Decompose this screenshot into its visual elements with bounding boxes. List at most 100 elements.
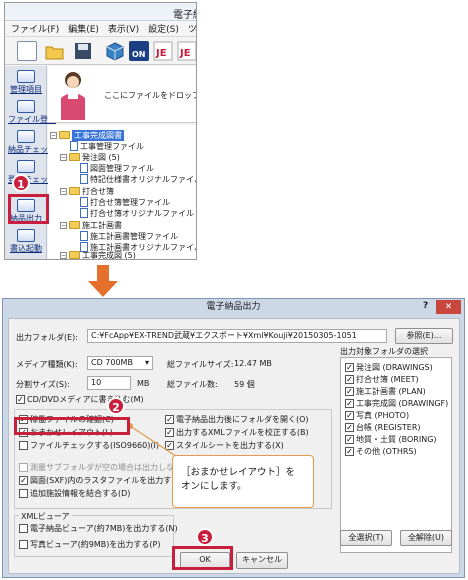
tree-node-label: 特記仕様書オリジナルファイル (5) [90,174,197,184]
nav-file-register[interactable]: ファイル登録 [8,99,56,125]
xml-viewer-label: XMLビューア [19,511,72,522]
nav-label: 書込起動 [10,244,42,253]
menu-settings[interactable]: 設定(S) [148,22,179,35]
tree-node[interactable]: 打合せ簿オリジナルファイル (5) [80,207,197,219]
cancel-button[interactable]: キャンセル [236,552,288,569]
target-folder-item[interactable]: ✓ 打合せ簿 (MEET) [345,374,419,385]
file-tree: − 工事完成図書 工事管理ファイル − 発注図 (5) 図面管理ファイル 特記仕… [48,125,197,260]
target-folder-item[interactable]: ✓ 写真 (PHOTO) [345,410,409,421]
select-all-button[interactable]: 全選択(T) [340,530,392,546]
skip-empty-survey-checkbox[interactable]: 測量サブフォルダが空の場合は出力しない(V) [19,462,194,473]
collapse-icon[interactable]: − [50,131,57,139]
cube-icon[interactable] [105,41,125,61]
target-folder-item[interactable]: ✓ 工事完成図 (DRAWINGF) [345,398,448,409]
collapse-icon[interactable]: − [60,251,67,259]
callout-box: ［おまかせレイアウト］を オンにします。 [172,455,314,508]
folder-icon [69,251,80,259]
checkbox-icon: ✓ [165,428,174,437]
collapse-icon[interactable]: − [60,153,67,161]
checkbox-icon: ✓ [345,375,354,384]
target-folder-name: 施工計画書 (PLAN) [356,387,426,396]
callout-line-1: ［おまかせレイアウト］を [181,467,296,478]
person-illustration [61,72,85,120]
new-file-icon[interactable] [17,41,37,61]
close-icon[interactable]: ✕ [436,300,461,314]
tree-node-label: 打合せ簿オリジナルファイル (5) [90,208,197,218]
document-icon [80,208,88,218]
tree-node-label: 工事完成図 (5) [82,250,136,260]
nav-label: ファイル登録 [8,115,56,124]
split-size-label: 分割サイズ(S): [16,380,70,389]
tree-node-label: 施工計画書 [82,220,122,230]
target-folder-item[interactable]: ✓ 地質・土質 (BORING) [345,434,437,445]
checkbox-icon: ✓ [345,399,354,408]
browse-button[interactable]: 参照(E)... [395,328,453,344]
tree-node[interactable]: − 工事完成図 (5) [60,249,136,260]
file-register-icon [17,100,35,113]
output-stylesheet-checkbox[interactable]: ✓ スタイルシートを出力する(X) [165,440,284,451]
open-folder-icon[interactable] [45,41,65,61]
checkbox-label: ファイルチェックする(ISO9660)(I) [30,441,159,450]
help-icon[interactable]: ? [423,301,428,311]
output-delivery-viewer-checkbox[interactable]: 電子納品ビューア(約7MB)を出力する(N) [19,523,178,534]
validate-xml-checkbox[interactable]: ✓ 出力するXMLファイルを校正する(B) [165,427,309,438]
je-edit-icon[interactable]: JE [177,41,196,61]
step-badge-1: 1 [12,174,30,192]
dialog-body: 出力フォルダ(E): C:¥FcApp¥EX-TREND武蔵¥エクスポート¥Xm… [8,318,460,574]
output-raster-checkbox[interactable]: ✓ 図面(SXF)内のラスタファイルを出力する(A) [19,475,191,486]
document-icon [80,197,88,207]
step-badge-3: 3 [196,528,214,546]
nav-write-launch[interactable]: 書込起動 [8,228,44,254]
svg-text:ON: ON [132,50,146,59]
merge-facility-info-checkbox[interactable]: 追加施設情報を結合する(D) [19,488,130,499]
je-icon[interactable]: JE [153,41,173,61]
highlight-delivery-output [8,194,49,224]
target-folder-item[interactable]: ✓ 施工計画書 (PLAN) [345,386,426,397]
menu-file[interactable]: ファイル(F) [11,22,59,35]
folder-icon [59,131,70,139]
collapse-icon[interactable]: − [60,187,67,195]
split-size-input[interactable]: 10 [87,376,131,390]
nav-management-items[interactable]: 管理項目 [8,69,44,95]
checkbox-icon: ✓ [19,476,28,485]
chevron-down-icon: ▾ [144,358,149,367]
step-badge-2: 2 [107,397,125,415]
target-folder-name: 地質・土質 (BORING) [356,435,437,444]
tree-node[interactable]: 特記仕様書オリジナルファイル (5) [80,173,197,185]
checkbox-icon: ✓ [345,447,354,456]
target-folder-item[interactable]: ✓ 台帳 (REGISTER) [345,422,421,433]
clear-all-button[interactable]: 全解除(U) [400,530,452,546]
checkbox-label: 出力するXMLファイルを校正する(B) [176,428,309,437]
output-photo-viewer-checkbox[interactable]: 写真ビューア(約9MB)を出力する(P) [19,539,160,550]
checkbox-label: 測量サブフォルダが空の場合は出力しない(V) [30,463,194,472]
write-launch-icon [17,229,35,242]
media-type-select[interactable]: CD 700MB ▾ [87,356,153,370]
callout-line-2: オンにします。 [181,481,247,492]
target-folder-item[interactable]: ✓ 発注図 (DRAWINGS) [345,362,433,373]
tree-node-label: 打合せ簿管理ファイル [90,197,170,207]
save-icon[interactable] [73,41,93,61]
nav-label: 納品チェック [8,145,56,154]
nav-delivery-check[interactable]: 納品チェック [8,129,56,155]
menu-tools[interactable]: ツール(T) [188,22,196,35]
menu-view[interactable]: 表示(V) [108,22,139,35]
checkbox-label: CD/DVDメディアに書き込む(M) [27,395,144,404]
file-drop-area[interactable]: ここにファイルをドロップしてください [48,66,196,123]
target-folder-item[interactable]: ✓ その他 (OTHRS) [345,446,417,457]
open-folder-after-output-checkbox[interactable]: ✓ 電子納品出力後にフォルダを開く(O) [165,414,309,425]
checkbox-label: 写真ビューア(約9MB)を出力する(P) [30,540,161,549]
menu-edit[interactable]: 編集(E) [68,22,99,35]
on-icon[interactable]: ON [129,41,149,61]
iso9660-check-checkbox[interactable]: ファイルチェックする(ISO9660)(I) [19,440,159,451]
app-titlebar: 電子納 [5,3,196,21]
checkbox-label: スタイルシートを出力する(X) [176,441,284,450]
collapse-icon[interactable]: − [60,221,67,229]
target-folder-name: 台帳 (REGISTER) [356,423,421,432]
output-folder-input[interactable]: C:¥FcApp¥EX-TREND武蔵¥エクスポート¥Xml¥Kouji¥201… [87,329,387,343]
checkbox-icon [19,540,28,549]
app-toolbar: ON JE JE [5,37,196,65]
tree-node-label: 工事管理ファイル [80,141,144,151]
folder-icon [69,187,80,195]
output-folder-label: 出力フォルダ(E): [16,333,78,342]
checkbox-icon [19,463,28,472]
